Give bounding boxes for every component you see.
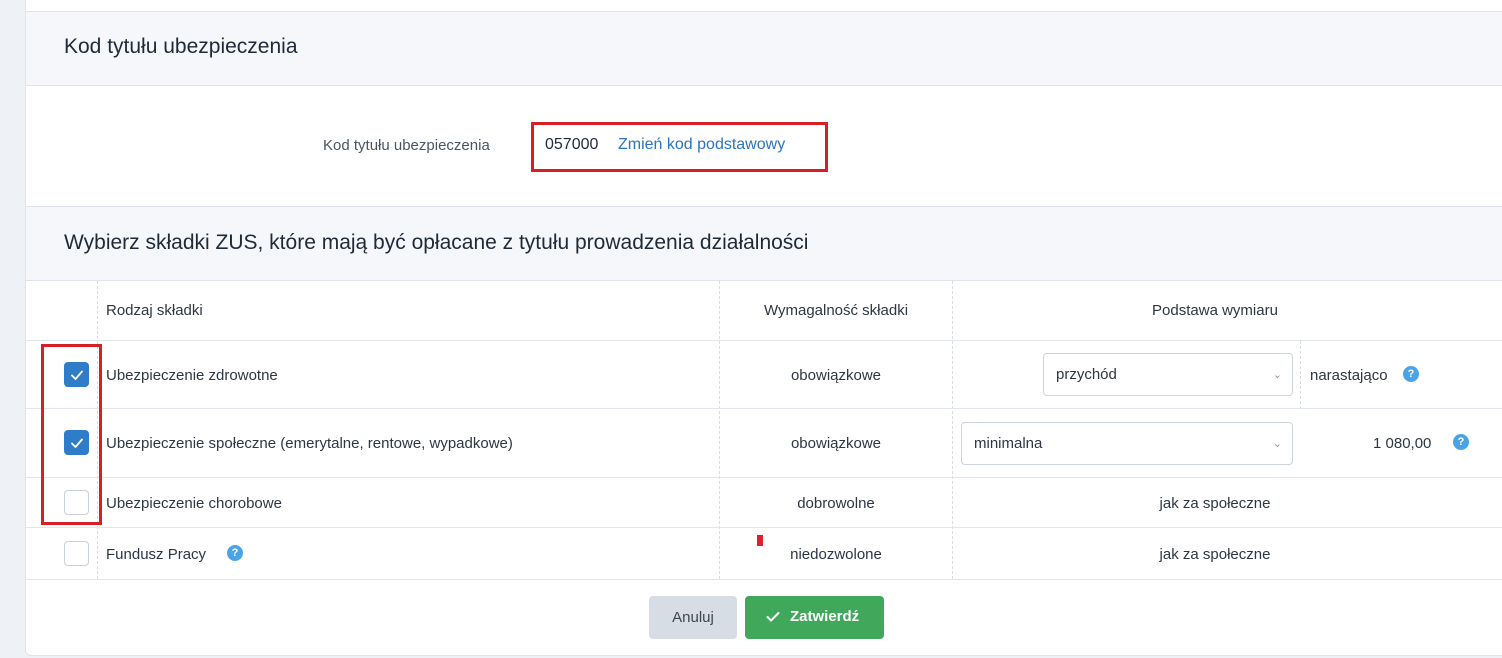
row-name: Ubezpieczenie społeczne (emerytalne, ren… <box>106 435 513 452</box>
table-row-divider <box>26 527 1502 528</box>
cancel-button[interactable]: Anuluj <box>649 596 737 639</box>
help-icon[interactable]: ? <box>227 545 243 561</box>
column-header-requirement: Wymagalność składki <box>763 302 909 319</box>
basis-select-social[interactable]: minimalna ⌄ <box>961 422 1293 465</box>
select-value: minimalna <box>974 435 1043 452</box>
zus-settings-card: Kod tytułu ubezpieczenia Kod tytułu ubez… <box>25 0 1502 656</box>
check-icon <box>766 612 780 622</box>
row-name: Fundusz Pracy <box>106 546 207 563</box>
table-divider <box>952 281 953 579</box>
confirm-button[interactable]: Zatwierdź <box>745 596 884 639</box>
column-header-type: Rodzaj składki <box>106 302 203 319</box>
row-requirement: niedozwolone <box>790 546 882 563</box>
row-basis-amount: 1 080,00 <box>1373 435 1432 452</box>
select-value: przychód <box>1056 366 1117 383</box>
help-icon[interactable]: ? <box>1453 434 1469 450</box>
insurance-code-label: Kod tytułu ubezpieczenia <box>323 137 490 154</box>
row-name: Ubezpieczenie chorobowe <box>106 495 282 512</box>
red-marker <box>757 535 763 546</box>
insurance-code-value: 057000 <box>545 136 599 153</box>
row-requirement: obowiązkowe <box>790 435 882 452</box>
change-base-code-link[interactable]: Zmień kod podstawowy <box>618 136 785 154</box>
column-header-basis: Podstawa wymiaru <box>1152 302 1278 319</box>
row-basis-extra: narastająco <box>1310 367 1388 384</box>
row-requirement: dobrowolne <box>797 495 875 512</box>
row-basis-text: jak za społeczne <box>1159 546 1271 563</box>
section-title: Wybierz składki ZUS, które mają być opła… <box>64 231 809 254</box>
table-divider <box>1300 341 1301 409</box>
row-name: Ubezpieczenie zdrowotne <box>106 367 278 384</box>
help-icon[interactable]: ? <box>1403 366 1419 382</box>
basis-select-health[interactable]: przychód ⌄ <box>1043 353 1293 396</box>
row-requirement: obowiązkowe <box>790 367 882 384</box>
chevron-down-icon: ⌄ <box>1272 369 1282 381</box>
checkbox-column-highlight <box>41 344 102 525</box>
table-footer-divider <box>26 579 1502 580</box>
checkbox-labor-fund[interactable] <box>64 541 89 566</box>
table-row-divider <box>26 408 1502 409</box>
section-header-insurance-code: Kod tytułu ubezpieczenia <box>26 12 1502 86</box>
table-row-divider <box>26 477 1502 478</box>
chevron-down-icon: ⌄ <box>1272 438 1282 450</box>
top-band <box>26 0 1502 12</box>
table-row-divider <box>26 340 1502 341</box>
section-title: Kod tytułu ubezpieczenia <box>64 35 298 58</box>
row-basis-text: jak za społeczne <box>1159 495 1271 512</box>
confirm-button-label: Zatwierdź <box>790 608 860 625</box>
table-divider <box>719 281 720 579</box>
section-header-zus-contributions: Wybierz składki ZUS, które mają być opła… <box>26 206 1502 281</box>
